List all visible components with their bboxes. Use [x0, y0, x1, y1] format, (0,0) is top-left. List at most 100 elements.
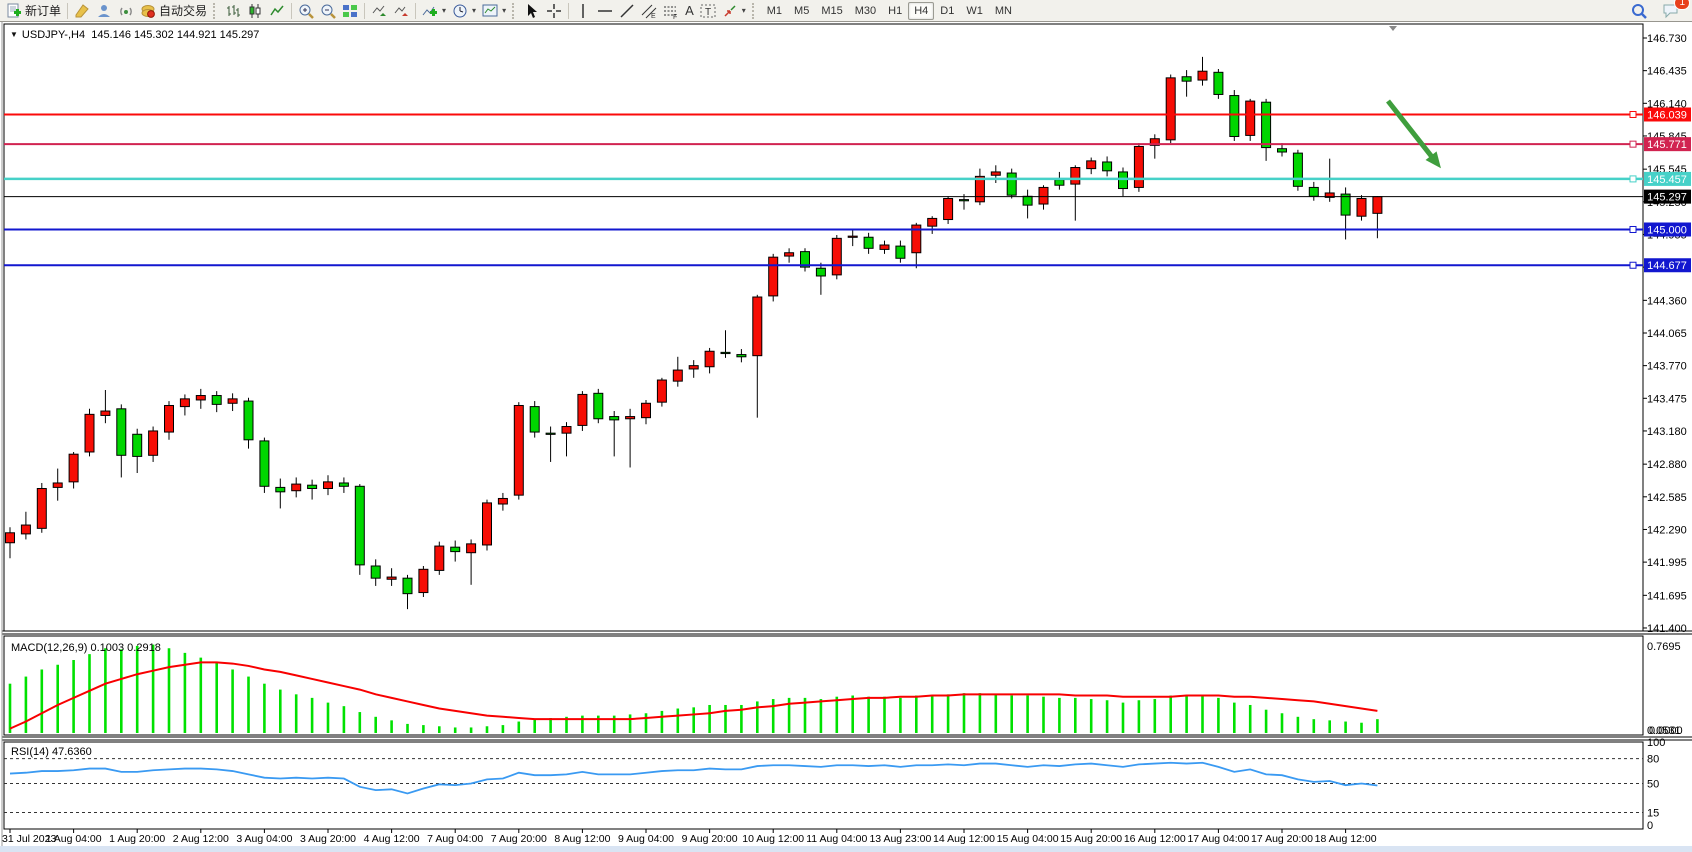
- cursor-button[interactable]: [521, 1, 543, 21]
- level-line-handle[interactable]: [1630, 111, 1636, 117]
- tile-windows-button[interactable]: [339, 1, 361, 21]
- rsi-tick-label: 15: [1647, 808, 1659, 820]
- candle: [85, 409, 94, 457]
- candle-body-bull: [975, 176, 984, 201]
- timeframe-button-mn[interactable]: MN: [989, 2, 1018, 20]
- macd-panel-border: [4, 636, 1643, 735]
- arrows-tool-button[interactable]: ▾: [719, 1, 749, 21]
- crosshair-button[interactable]: [543, 1, 565, 21]
- candle-body-bear: [721, 352, 730, 353]
- auto-trading-button[interactable]: 自动交易: [137, 1, 210, 21]
- toolbar-grip[interactable]: [213, 3, 219, 19]
- chart-window[interactable]: 146.730146.435146.140145.845145.545145.2…: [0, 22, 1692, 852]
- horizontal-line-button[interactable]: [594, 1, 616, 21]
- bar-chart-mode-button[interactable]: [222, 1, 244, 21]
- notification-badge: 1: [1674, 0, 1690, 10]
- candle-body-bear: [1278, 149, 1287, 152]
- notifications-button[interactable]: 1: [1659, 1, 1683, 21]
- candle-body-bear: [117, 409, 126, 455]
- mt4-window: { "toolbar": { "new_order_label": "新订单",…: [0, 0, 1692, 852]
- candle-body-bull: [1373, 197, 1382, 214]
- price-tick-label: 141.695: [1647, 590, 1687, 602]
- date-tick-label: 8 Aug 12:00: [554, 833, 610, 845]
- candle-body-bear: [1262, 102, 1271, 147]
- candle-body-bear: [960, 200, 969, 201]
- level-line-handle[interactable]: [1630, 141, 1636, 147]
- candle-body-bear: [1103, 162, 1112, 171]
- price-tick-label: 143.770: [1647, 361, 1687, 373]
- candle-body-bear: [546, 433, 555, 434]
- level-line-handle[interactable]: [1630, 226, 1636, 232]
- line-chart-icon: [269, 3, 285, 19]
- search-button[interactable]: [1627, 1, 1651, 21]
- candle-body-bull: [769, 257, 778, 296]
- price-chart[interactable]: 146.730146.435146.140145.845145.545145.2…: [0, 22, 1692, 852]
- timeframe-button-d1[interactable]: D1: [934, 2, 960, 20]
- signal-button[interactable]: [115, 1, 137, 21]
- publisher-icon: [96, 3, 112, 19]
- candle-body-bull: [753, 297, 762, 356]
- price-tick-label: 146.435: [1647, 66, 1687, 78]
- tile-windows-icon: [342, 3, 358, 19]
- fibonacci-button[interactable]: F: [660, 1, 682, 21]
- timeframe-button-w1[interactable]: W1: [960, 2, 989, 20]
- timeframe-button-m30[interactable]: M30: [849, 2, 882, 20]
- chart-shift-button[interactable]: [390, 1, 412, 21]
- bottom-strip: [0, 846, 1692, 852]
- timeframe-button-h1[interactable]: H1: [882, 2, 908, 20]
- timeframe-button-h4[interactable]: H4: [908, 2, 934, 20]
- periods-button[interactable]: ▾: [449, 1, 479, 21]
- price-tick-label: 144.065: [1647, 328, 1687, 340]
- candle-body-bear: [1214, 72, 1223, 94]
- new-order-button[interactable]: 新订单: [3, 1, 64, 21]
- candle: [594, 389, 603, 423]
- level-line-handle[interactable]: [1630, 176, 1636, 182]
- collapse-triangle-icon[interactable]: ▼: [10, 30, 18, 39]
- chart-quote-header[interactable]: ▼USDJPY-,H4 145.146 145.302 144.921 145.…: [10, 29, 259, 41]
- candle-body-bear: [276, 487, 285, 491]
- label-tool-button[interactable]: T: [697, 1, 719, 21]
- candle-body-bull: [69, 454, 78, 482]
- candle-body-bull: [1071, 168, 1080, 185]
- candle: [1293, 150, 1302, 191]
- publisher-button[interactable]: [93, 1, 115, 21]
- auto-scroll-button[interactable]: [368, 1, 390, 21]
- indicators-button[interactable]: ▾: [419, 1, 449, 21]
- candle-body-bear: [1007, 173, 1016, 195]
- trendline-button[interactable]: [616, 1, 638, 21]
- candle: [1166, 75, 1175, 144]
- candle-body-bear: [371, 566, 380, 578]
- equidistant-channel-button[interactable]: E: [638, 1, 660, 21]
- line-mode-button[interactable]: [266, 1, 288, 21]
- candle-body-bear: [816, 268, 825, 276]
- date-tick-label: 1 Aug 04:00: [46, 833, 102, 845]
- toolbar-grip[interactable]: [752, 3, 758, 19]
- templates-icon: [482, 3, 498, 19]
- zoom-out-button[interactable]: [317, 1, 339, 21]
- date-tick-label: 13 Aug 23:00: [869, 833, 931, 845]
- text-tool-button[interactable]: A: [682, 1, 697, 21]
- candle-mode-button[interactable]: [244, 1, 266, 21]
- date-tick-label: 2 Aug 12:00: [173, 833, 229, 845]
- crosshair-icon: [546, 3, 562, 19]
- templates-button[interactable]: ▾: [479, 1, 509, 21]
- macd-scale-top: 0.7695: [1647, 641, 1681, 653]
- crayon-button[interactable]: [71, 1, 93, 21]
- candle-body-bear: [864, 237, 873, 248]
- toolbar-grip[interactable]: [512, 3, 518, 19]
- price-tag-label: 145.771: [1647, 139, 1687, 151]
- macd-scale-bottom: 0.0000: [1649, 725, 1683, 737]
- vertical-line-button[interactable]: [572, 1, 594, 21]
- candle: [769, 254, 778, 302]
- timeframe-button-m15[interactable]: M15: [815, 2, 848, 20]
- candle-body-bear: [339, 483, 348, 486]
- candle: [832, 235, 841, 279]
- candle-body-bear: [737, 355, 746, 357]
- level-line-handle[interactable]: [1630, 262, 1636, 268]
- rsi-panel-border: [4, 742, 1643, 829]
- candle-body-bull: [578, 394, 587, 425]
- price-tick-label: 143.475: [1647, 393, 1687, 405]
- timeframe-button-m1[interactable]: M1: [761, 2, 788, 20]
- zoom-in-button[interactable]: [295, 1, 317, 21]
- timeframe-button-m5[interactable]: M5: [788, 2, 815, 20]
